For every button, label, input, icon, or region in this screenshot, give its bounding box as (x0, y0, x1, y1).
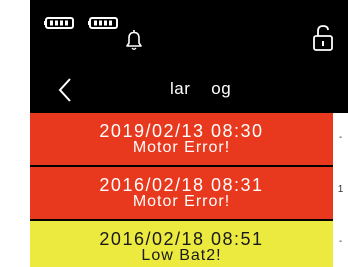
alarm-datetime: 2016/02/18 08:31 (99, 175, 264, 195)
alarm-datetime: 2019/02/13 08:30 (99, 121, 264, 141)
battery-icon (88, 17, 118, 29)
alarm-log-row[interactable]: 2019/02/13 08:30 Motor Error! (30, 113, 333, 165)
side-mark: 1 (337, 184, 344, 195)
alarm-datetime: 2016/02/18 08:51 (99, 229, 264, 249)
alarm-log-row[interactable]: 2016/02/18 08:51 Low Bat2! (30, 221, 333, 267)
battery-icon (44, 17, 74, 29)
status-bar (30, 0, 348, 58)
unlock-icon[interactable] (312, 24, 334, 52)
alarm-message: Motor Error! (132, 193, 231, 210)
bell-icon (126, 30, 142, 50)
alarm-log-row[interactable]: 2016/02/18 08:31 Motor Error! (30, 167, 333, 219)
alarm-message: Motor Error! (132, 139, 231, 156)
device-screen: lar og 2019/02/13 08:30 Motor Error! 201… (30, 0, 348, 267)
page-title: lar og (170, 79, 232, 98)
alarm-log-list: 2019/02/13 08:30 Motor Error! 2016/02/18… (30, 113, 333, 267)
nav-bar: lar og (30, 70, 348, 110)
alarm-message: Low Bat2! (141, 247, 222, 264)
side-strip: - 1 - (333, 113, 348, 267)
side-mark: - (338, 236, 343, 247)
side-mark: - (338, 132, 343, 143)
chevron-left-icon[interactable] (56, 76, 74, 104)
